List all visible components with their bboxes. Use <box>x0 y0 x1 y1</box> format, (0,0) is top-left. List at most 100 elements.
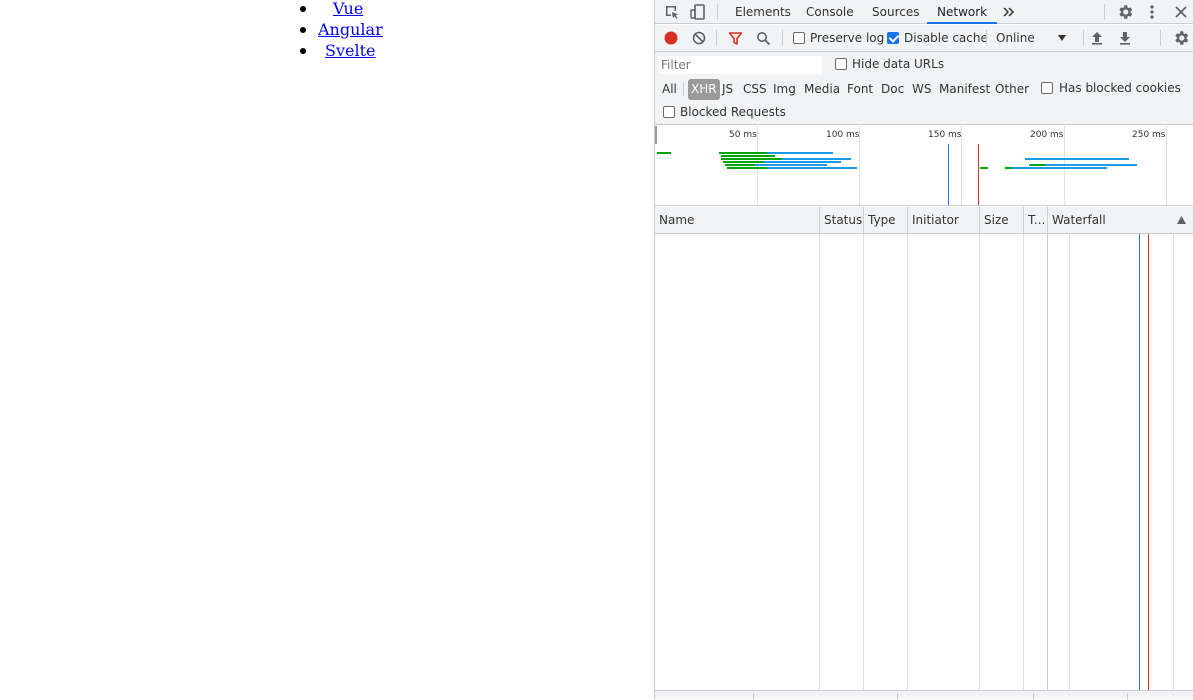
load-marker <box>978 144 979 205</box>
type-filter-img[interactable]: Img <box>773 80 796 98</box>
close-icon[interactable] <box>1174 5 1188 19</box>
column-divider <box>979 234 980 690</box>
load-line <box>1148 234 1149 690</box>
throttling-value: Online <box>996 31 1035 45</box>
divider <box>1083 30 1084 46</box>
filter-input[interactable] <box>659 56 822 74</box>
request-bar <box>1011 167 1107 169</box>
column-type[interactable]: Type <box>863 207 907 234</box>
preserve-log-label: Preserve log <box>810 31 885 45</box>
column-divider <box>1047 234 1048 690</box>
tab-console[interactable]: Console <box>806 0 854 24</box>
column-divider <box>863 234 864 690</box>
chevron-down-icon <box>1058 35 1066 41</box>
has-blocked-cookies-label: Has blocked cookies <box>1059 81 1181 95</box>
tab-elements[interactable]: Elements <box>735 0 791 24</box>
divider <box>1104 4 1105 20</box>
bullet <box>300 27 306 33</box>
request-bar <box>719 152 767 154</box>
list-item: Svelte <box>300 40 383 61</box>
waterfall-grid-line <box>1173 234 1174 690</box>
request-table-header: Name Status Type Initiator Size T... Wat… <box>655 207 1193 234</box>
blocked-requests-checkbox[interactable] <box>663 106 675 118</box>
type-filter-xhr[interactable]: XHR <box>688 79 720 100</box>
devtools-panel: Elements Console Sources Network Preserv… <box>654 0 1193 700</box>
type-filter-media[interactable]: Media <box>804 80 840 98</box>
has-blocked-cookies-checkbox[interactable] <box>1041 82 1053 94</box>
disable-cache-checkbox[interactable] <box>887 32 899 44</box>
network-toolbar: Preserve log Disable cache Online <box>655 25 1193 52</box>
disable-cache-label: Disable cache <box>904 31 988 45</box>
overview-tick: 250 ms <box>1132 130 1166 140</box>
type-filter-doc[interactable]: Doc <box>881 80 904 98</box>
throttling-select[interactable]: Online <box>995 28 1073 48</box>
sort-ascending-icon <box>1177 216 1186 224</box>
link-svelte[interactable]: Svelte <box>325 41 375 60</box>
overview-tick: 100 ms <box>826 130 860 140</box>
divider <box>717 4 718 20</box>
column-divider <box>1023 234 1024 690</box>
type-filter-css[interactable]: CSS <box>743 80 767 98</box>
link-vue[interactable]: Vue <box>333 0 363 18</box>
request-bar <box>1031 164 1045 166</box>
import-har-icon[interactable] <box>1090 30 1104 46</box>
overview-tick: 50 ms <box>729 130 757 140</box>
bullet <box>300 48 306 54</box>
settings-icon[interactable] <box>1116 3 1134 21</box>
tab-sources[interactable]: Sources <box>872 0 919 24</box>
overview-tick: 200 ms <box>1030 130 1064 140</box>
filter-icon[interactable] <box>728 31 743 46</box>
list-item: Vue <box>300 0 383 19</box>
clear-icon[interactable] <box>692 31 706 45</box>
request-bar <box>723 161 763 163</box>
network-overview[interactable]: 50 ms 100 ms 150 ms 200 ms 250 ms <box>655 126 1193 206</box>
status-bar <box>655 690 1193 700</box>
bullet <box>300 6 306 12</box>
divider <box>683 82 684 96</box>
waterfall-grid-line <box>1069 234 1070 690</box>
request-bar <box>1029 164 1137 166</box>
type-filter-font[interactable]: Font <box>847 80 873 98</box>
request-bar <box>980 167 988 169</box>
preserve-log-checkbox[interactable] <box>793 32 805 44</box>
network-settings-icon[interactable] <box>1172 29 1190 47</box>
list-item: Angular <box>300 19 383 40</box>
type-filter-ws[interactable]: WS <box>912 80 931 98</box>
hide-data-urls-checkbox[interactable] <box>835 58 847 70</box>
column-time[interactable]: T... <box>1023 207 1047 234</box>
request-bar <box>725 164 755 166</box>
tab-network[interactable]: Network <box>927 0 998 24</box>
request-bar <box>1025 158 1129 160</box>
search-icon[interactable] <box>756 31 771 46</box>
column-status[interactable]: Status <box>819 207 863 234</box>
kebab-menu-icon[interactable] <box>1147 4 1157 20</box>
column-divider <box>819 234 820 690</box>
inspect-element-icon[interactable] <box>664 4 680 20</box>
type-filter-other[interactable]: Other <box>995 80 1029 98</box>
framework-link-list: Vue Angular Svelte <box>300 0 383 61</box>
type-filter-manifest[interactable]: Manifest <box>939 80 990 98</box>
grid-line <box>1166 126 1167 205</box>
type-filter-all[interactable]: All <box>662 80 677 98</box>
type-filter-js[interactable]: JS <box>722 80 733 98</box>
more-tabs-icon[interactable] <box>1002 5 1016 19</box>
column-initiator[interactable]: Initiator <box>907 207 979 234</box>
column-size[interactable]: Size <box>979 207 1023 234</box>
request-bar <box>755 164 827 166</box>
export-har-icon[interactable] <box>1118 30 1132 46</box>
divider <box>1160 30 1161 46</box>
column-name[interactable]: Name <box>655 207 819 234</box>
column-waterfall[interactable]: Waterfall <box>1047 207 1193 234</box>
record-icon[interactable] <box>664 31 678 45</box>
request-bar <box>767 152 833 154</box>
request-bar <box>721 155 775 157</box>
filter-bar: Hide data URLs All XHR JS CSS Img Media … <box>655 52 1193 125</box>
overview-window-handle[interactable] <box>655 126 657 144</box>
overview-tick: 150 ms <box>928 130 962 140</box>
devtools-tab-bar: Elements Console Sources Network <box>655 0 1193 24</box>
hide-data-urls-label: Hide data URLs <box>852 57 945 71</box>
link-angular[interactable]: Angular <box>318 20 383 39</box>
divider <box>986 30 987 46</box>
device-toolbar-icon[interactable] <box>689 3 707 21</box>
request-bar <box>781 158 851 160</box>
